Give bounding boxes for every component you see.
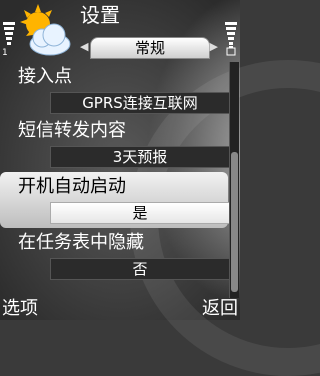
setting-value: 3天预报	[50, 146, 230, 168]
scrollbar-thumb[interactable]	[231, 152, 238, 292]
tab-left-arrow-icon[interactable]: ◀	[80, 40, 88, 53]
settings-list: 接入点 GPRS连接互联网 短信转发内容 3天预报 开机自动启动 是 在任务表中…	[0, 62, 230, 280]
page-title: 设置	[80, 3, 120, 27]
title-bar: 设置 1 ◀ 常规 ▶	[0, 0, 240, 60]
setting-label: 接入点	[18, 66, 72, 87]
setting-label: 短信转发内容	[18, 120, 126, 141]
softkey-bar: 选项 返回	[0, 292, 240, 320]
weather-sun-cloud-icon	[20, 4, 71, 56]
scrollbar[interactable]	[229, 62, 239, 298]
tab-right-arrow-icon[interactable]: ▶	[210, 40, 218, 53]
setting-value: GPRS连接互联网	[50, 92, 230, 114]
tab-bar: ◀ 常规 ▶	[80, 36, 218, 59]
setting-value: 是	[50, 202, 230, 224]
setting-access-point[interactable]: 接入点 GPRS连接互联网	[0, 62, 230, 118]
setting-hide-in-task-list[interactable]: 在任务表中隐藏 否	[0, 228, 230, 284]
back-softkey[interactable]: 返回	[202, 294, 238, 320]
setting-label: 开机自动启动	[18, 176, 126, 197]
setting-auto-start[interactable]: 开机自动启动 是	[0, 172, 230, 228]
battery-level-icon	[225, 22, 237, 56]
svg-text:1: 1	[2, 48, 8, 56]
setting-value: 否	[50, 258, 230, 280]
setting-sms-forward-content[interactable]: 短信转发内容 3天预报	[0, 116, 230, 172]
tab-general[interactable]: 常规	[90, 37, 210, 59]
options-softkey[interactable]: 选项	[2, 294, 38, 320]
signal-strength-icon: 1	[2, 22, 15, 56]
setting-label: 在任务表中隐藏	[18, 232, 144, 253]
